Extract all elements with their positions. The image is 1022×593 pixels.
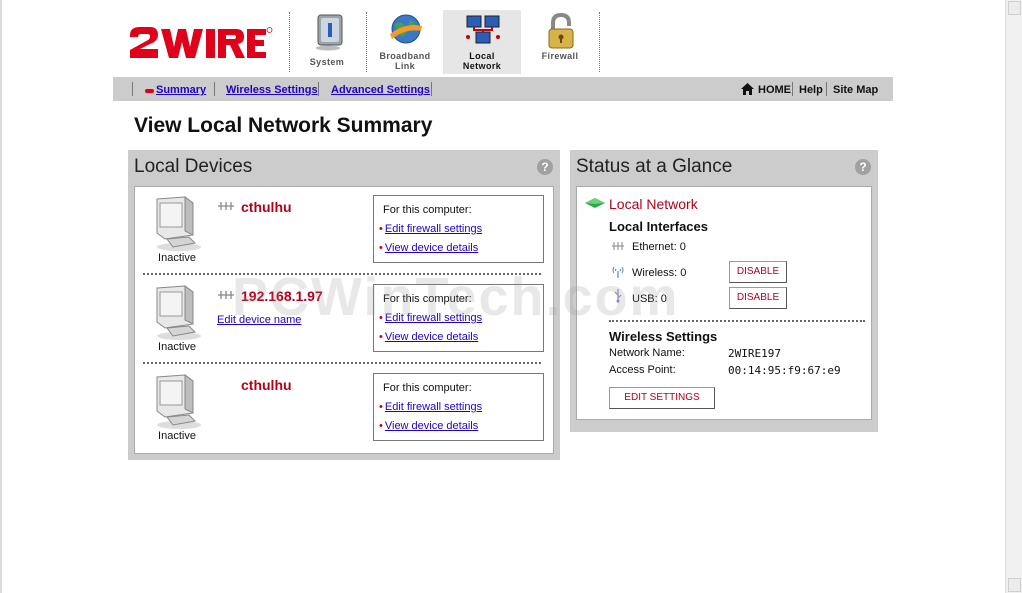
tab-broadband-link[interactable]: Broadband Link [366,10,444,74]
device-actions-box: For this computer: • Edit firewall settin… [373,195,544,263]
nav-separator [599,12,600,72]
device-status: Inactive [158,252,196,264]
view-device-details-item: • View device details [379,242,479,254]
access-point-label: Access Point: [609,364,676,376]
device-actions-box: For this computer: • Edit firewall settin… [373,284,544,352]
device-name: 192.168.1.97 [241,288,323,304]
edit-firewall-settings-link[interactable]: Edit firewall settings [385,223,482,235]
status-at-a-glance-panel: Status at a Glance ? Local Network Local… [570,150,878,432]
home-link[interactable]: HOME [758,84,791,96]
subnav-wireless-settings-link[interactable]: Wireless Settings [226,84,318,96]
view-device-details-link[interactable]: View device details [385,420,478,432]
usb-disable-button[interactable]: DISABLE [729,287,787,309]
green-diamond-icon [585,198,605,208]
subnav-summary-link[interactable]: Summary [156,84,206,96]
edit-firewall-settings-item: • Edit firewall settings [379,223,483,235]
window-left-edge [0,0,2,593]
wireless-settings-heading: Wireless Settings [609,329,718,344]
tab-system-label: System [309,57,345,67]
wireless-disable-button[interactable]: DISABLE [729,261,787,283]
tab-local-label-1: Local [469,51,495,61]
view-device-details-item: • View device details [379,331,479,343]
ethernet-icon [218,291,234,299]
access-point-value: 00:14:95:f9:67:e9 [728,364,841,377]
tab-local-network[interactable]: Local Network [443,10,521,74]
scroll-down-icon[interactable] [1008,578,1021,592]
subnav-separator [318,82,319,96]
usb-icon [614,289,622,303]
device-actions-box: For this computer: • Edit firewall settin… [373,373,544,441]
view-device-details-item: • View device details [379,420,479,432]
help-link[interactable]: Help [799,84,823,96]
system-icon [316,14,343,51]
subnav-separator [431,82,432,96]
device-row: Inactive cthulhu For this computer: • Edi… [135,195,544,284]
page-title: View Local Network Summary [134,114,433,137]
wireless-icon [612,266,624,278]
subnav-advanced-settings-link[interactable]: Advanced Settings [331,84,430,96]
local-devices-help-icon[interactable]: ? [537,159,553,175]
device-name: cthulhu [241,377,292,393]
edit-firewall-settings-item: • Edit firewall settings [379,401,483,413]
row-divider [143,362,541,364]
2wire-logo [130,27,273,58]
local-network-icon [466,15,500,44]
status-content: Local Network Local Interfaces Ethernet:… [576,186,872,420]
local-devices-panel: Local Devices ? Inactive cthulhu For thi… [128,150,560,460]
tab-broadband-label-1: Broadband [379,51,431,61]
local-interfaces-heading: Local Interfaces [609,219,708,234]
edit-settings-button[interactable]: EDIT SETTINGS [609,387,715,409]
ethernet-icon [612,242,624,250]
network-name-value: 2WIRE197 [728,347,781,360]
tab-system[interactable]: System [288,10,366,74]
edit-device-name-link[interactable]: Edit device name [217,314,301,326]
ethernet-count: Ethernet: 0 [632,241,686,253]
globe-icon [390,14,422,44]
subnav-separator [792,82,793,96]
tab-local-label-2: Network [462,61,502,71]
edit-firewall-settings-link[interactable]: Edit firewall settings [385,401,482,413]
view-device-details-link[interactable]: View device details [385,242,478,254]
computer-icon [156,196,201,251]
padlock-icon [548,12,574,49]
local-devices-list: Inactive cthulhu For this computer: • Edi… [134,186,554,454]
device-name: cthulhu [241,199,292,215]
device-status: Inactive [158,341,196,353]
edit-firewall-settings-link[interactable]: Edit firewall settings [385,312,482,324]
edit-firewall-settings-item: • Edit firewall settings [379,312,483,324]
device-actions-caption: For this computer: [383,204,472,216]
ethernet-icon [218,202,234,210]
subnav-separator [826,82,827,96]
tab-firewall[interactable]: Firewall [521,10,599,74]
status-help-icon[interactable]: ? [855,159,871,175]
network-name-label: Network Name: [609,347,685,359]
device-row: Inactive cthulhu For this computer: • Edi… [135,373,544,462]
current-page-marker-icon [145,89,154,93]
wireless-count: Wireless: 0 [632,267,687,279]
site-map-link[interactable]: Site Map [833,84,878,96]
local-devices-title: Local Devices [134,156,253,177]
home-icon[interactable] [741,83,754,95]
device-status: Inactive [158,430,196,442]
sub-navigation-bar: Summary Wireless Settings Advanced Setti… [113,77,893,101]
computer-icon [156,374,201,429]
view-device-details-link[interactable]: View device details [385,331,478,343]
computer-icon [156,285,201,340]
status-title: Status at a Glance [576,156,733,177]
local-network-heading: Local Network [609,196,698,212]
device-row: Inactive 192.168.1.97 Edit device name F… [135,284,544,373]
subnav-separator [214,82,215,96]
row-divider [143,273,541,275]
device-actions-caption: For this computer: [383,293,472,305]
vertical-scrollbar[interactable] [1005,0,1022,593]
scroll-up-icon[interactable] [1008,1,1021,15]
device-actions-caption: For this computer: [383,382,472,394]
usb-count: USB: 0 [632,293,667,305]
tab-firewall-label: Firewall [541,51,579,61]
tab-broadband-label-2: Link [394,61,416,71]
section-divider [609,320,865,322]
subnav-separator [132,82,133,96]
